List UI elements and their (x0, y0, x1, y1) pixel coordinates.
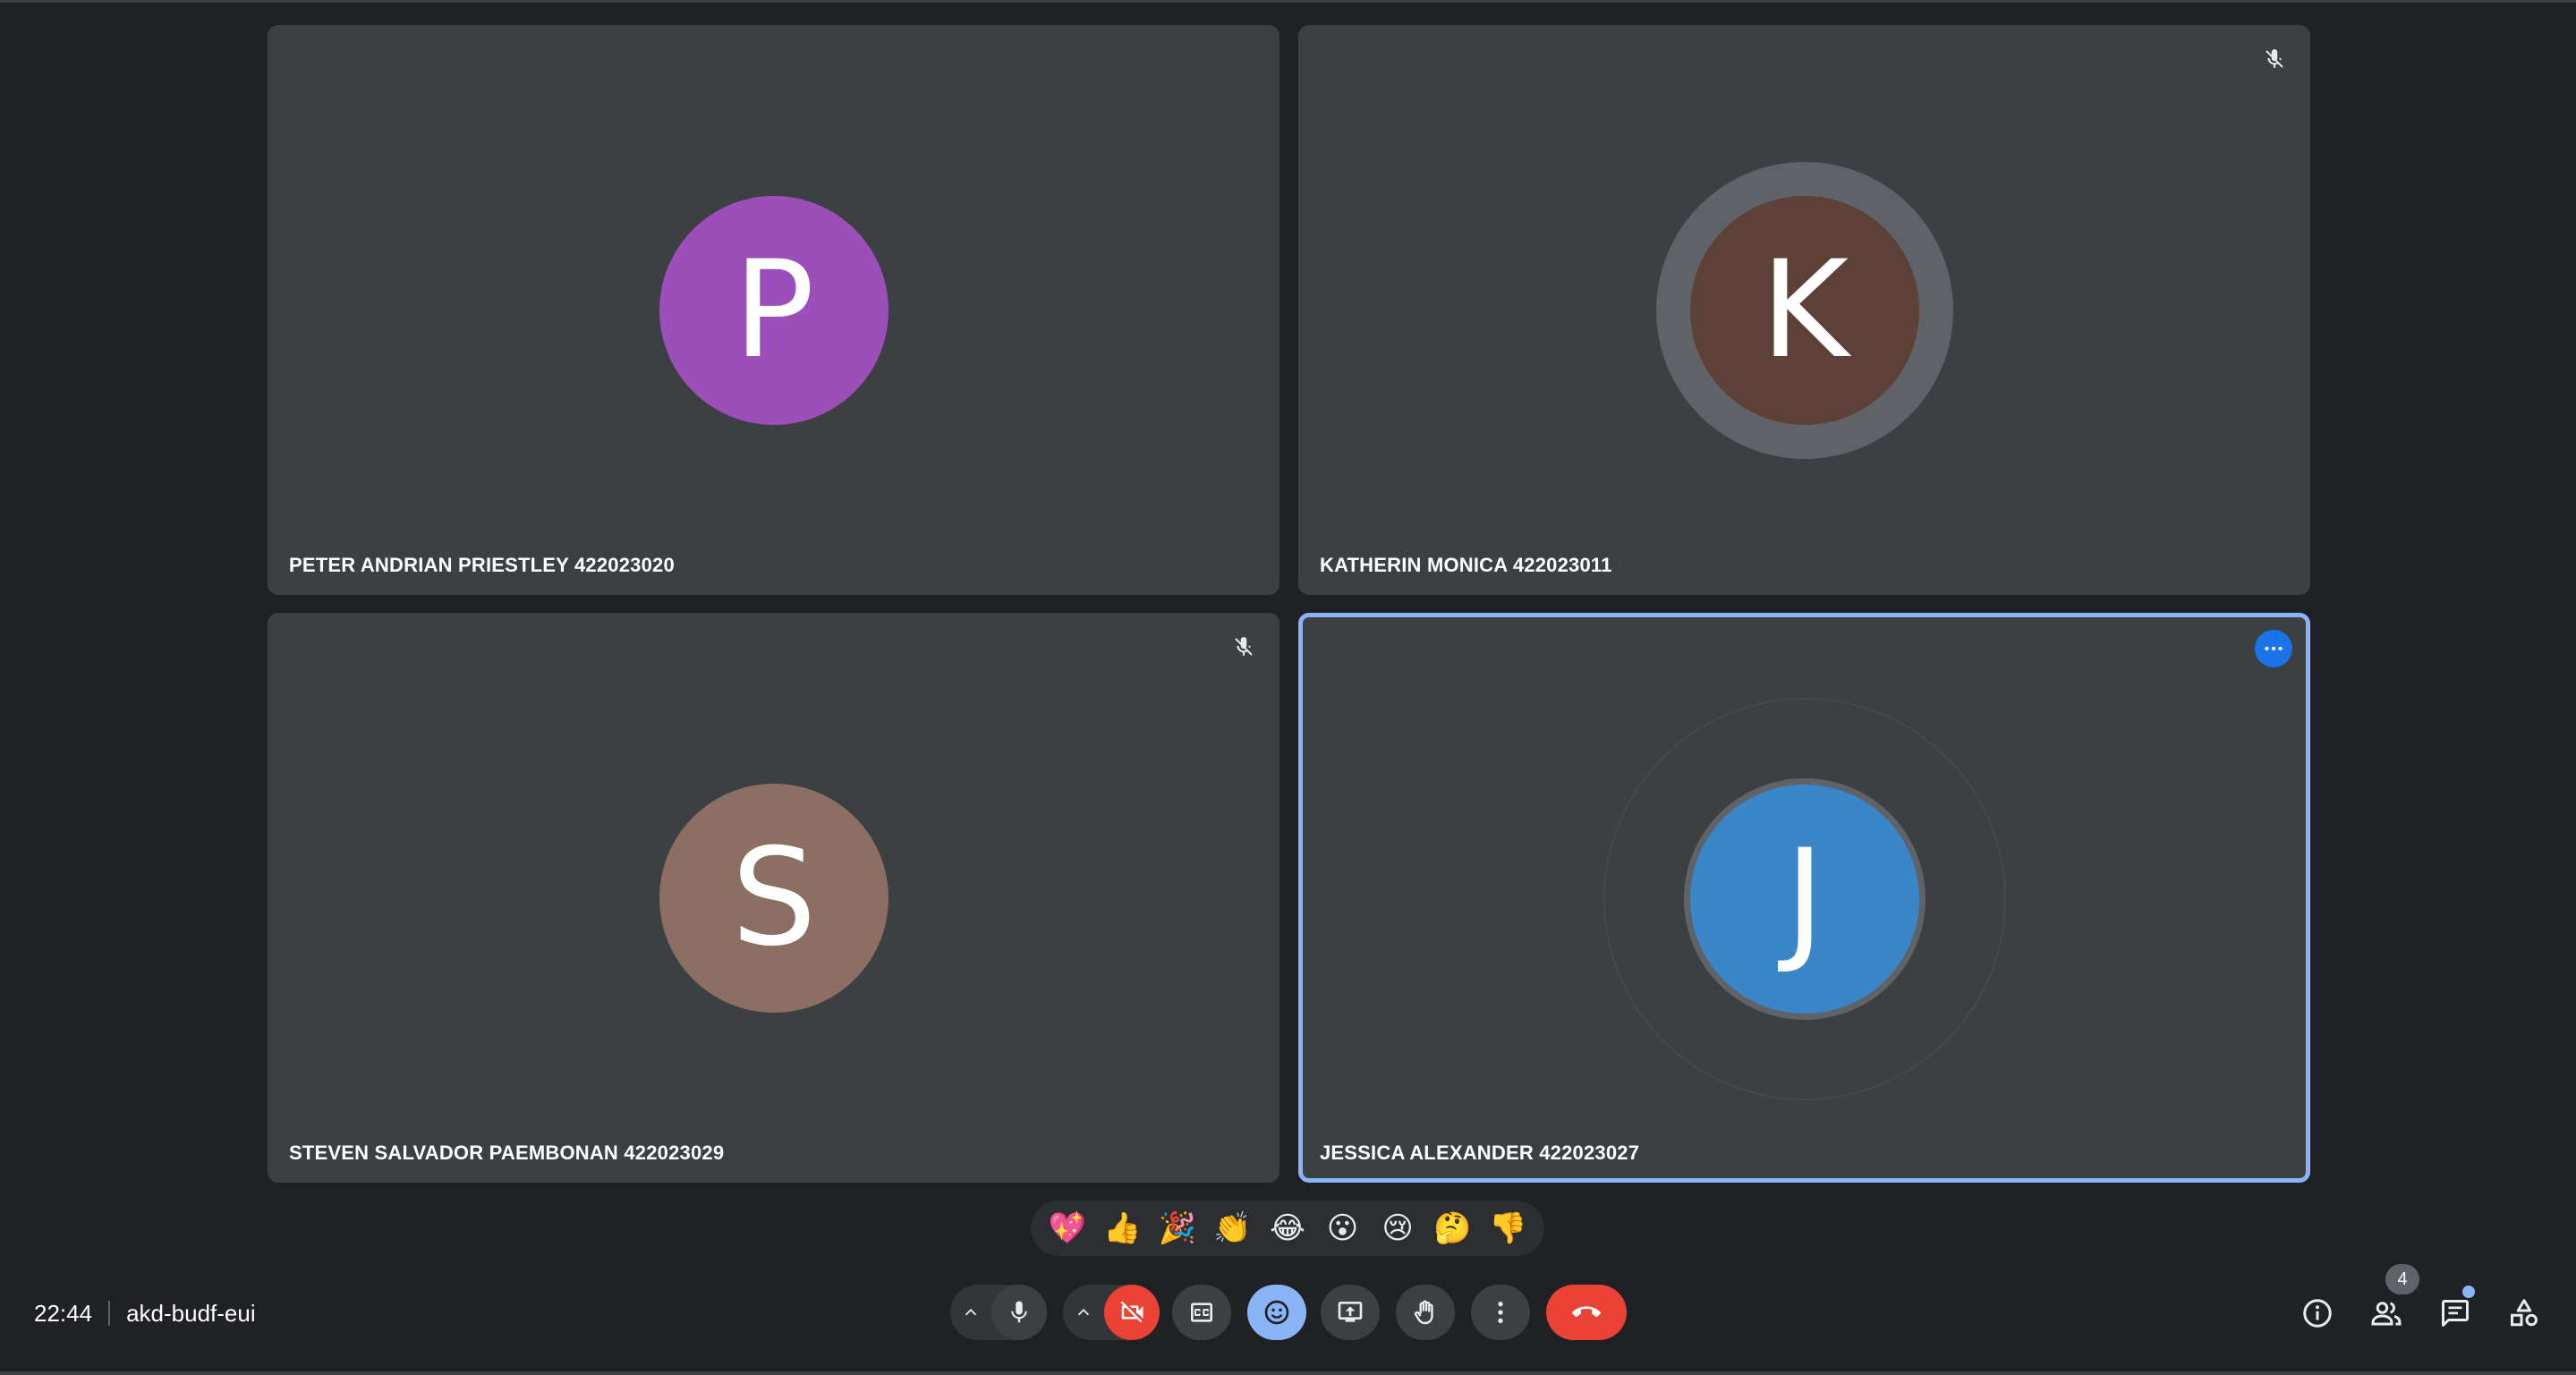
captions-button[interactable] (1172, 1285, 1231, 1340)
avatar-initial: K (1760, 233, 1849, 388)
participant-name: KATHERIN MONICA 422023011 (1320, 554, 1612, 576)
more-vert-icon (1498, 1302, 1503, 1323)
camera-off-button[interactable] (1104, 1285, 1160, 1340)
avatar: K (1690, 196, 1919, 425)
meeting-code: akd-budf-eui (126, 1299, 256, 1327)
camera-off-icon (1120, 1301, 1143, 1323)
present-screen-button[interactable] (1321, 1285, 1380, 1340)
unread-chat-dot (2462, 1286, 2475, 1298)
chat-icon[interactable] (2434, 1292, 2477, 1335)
reaction-sparkling-heart[interactable]: 💖 (1042, 1210, 1092, 1246)
end-call-icon (1572, 1306, 1601, 1318)
reaction-clapping[interactable]: 👏 (1207, 1210, 1257, 1246)
raise-hand-button[interactable] (1396, 1285, 1455, 1340)
meeting-details: 22:44 akd-budf-eui (34, 1297, 256, 1329)
emoji-icon (1264, 1300, 1289, 1325)
more-options-icon[interactable] (2255, 630, 2292, 667)
more-options-button[interactable] (1471, 1285, 1530, 1340)
participant-tile-steven[interactable]: S STEVEN SALVADOR PAEMBONAN 422023029 (268, 613, 1279, 1183)
avatar-initial: P (733, 233, 815, 388)
reaction-thinking[interactable]: 🤔 (1428, 1210, 1478, 1246)
reaction-surprised[interactable]: 😮 (1318, 1210, 1368, 1246)
people-icon[interactable] (2365, 1292, 2408, 1335)
meeting-time: 22:44 (34, 1299, 93, 1327)
reaction-thumbs-up[interactable]: 👍 (1097, 1210, 1147, 1246)
participant-name: STEVEN SALVADOR PAEMBONAN 422023029 (289, 1142, 725, 1164)
avatar: P (659, 196, 888, 425)
send-reaction-button[interactable] (1247, 1285, 1306, 1340)
reaction-party-popper[interactable]: 🎉 (1152, 1210, 1203, 1246)
camera-control-group (1063, 1285, 1160, 1340)
divider (108, 1301, 111, 1326)
reaction-laughing[interactable]: 😂 (1262, 1210, 1313, 1246)
mic-button[interactable] (991, 1285, 1047, 1340)
participant-tile-peter[interactable]: P PETER ANDRIAN PRIESTLEY 422023020 (268, 25, 1279, 595)
meeting-info-icon[interactable] (2296, 1292, 2339, 1335)
reaction-crying[interactable]: 😢 (1373, 1210, 1423, 1246)
avatar: S (659, 784, 888, 1013)
participant-tile-katherin[interactable]: K KATHERIN MONICA 422023011 (1298, 25, 2310, 595)
top-border (0, 0, 2576, 3)
activities-icon[interactable] (2503, 1292, 2546, 1335)
mic-off-icon (1226, 629, 1262, 665)
participant-count-badge: 4 (2385, 1264, 2419, 1294)
present-screen-icon (1338, 1302, 1363, 1322)
mic-control-group (950, 1285, 1047, 1340)
avatar-initial: J (1784, 821, 1825, 977)
reactions-bar: 💖 👍 🎉 👏 😂 😮 😢 🤔 👎 (1031, 1201, 1544, 1256)
closed-captions-icon (1191, 1303, 1212, 1322)
participant-name: PETER ANDRIAN PRIESTLEY 422023020 (289, 554, 675, 576)
mic-icon (1011, 1301, 1027, 1323)
mic-off-icon (2257, 41, 2292, 77)
participant-tile-jessica[interactable]: J JESSICA ALEXANDER 422023027 (1298, 613, 2310, 1183)
avatar-initial: S (731, 820, 817, 976)
hand-icon (1414, 1300, 1433, 1325)
video-options-chevron-icon[interactable] (1063, 1303, 1104, 1322)
leave-call-button[interactable] (1546, 1285, 1627, 1340)
participant-name: JESSICA ALEXANDER 422023027 (1320, 1142, 1640, 1164)
avatar: J (1690, 785, 1919, 1014)
audio-options-chevron-icon[interactable] (950, 1303, 991, 1322)
bottom-border (0, 1371, 2576, 1375)
reaction-thumbs-down[interactable]: 👎 (1483, 1210, 1533, 1246)
